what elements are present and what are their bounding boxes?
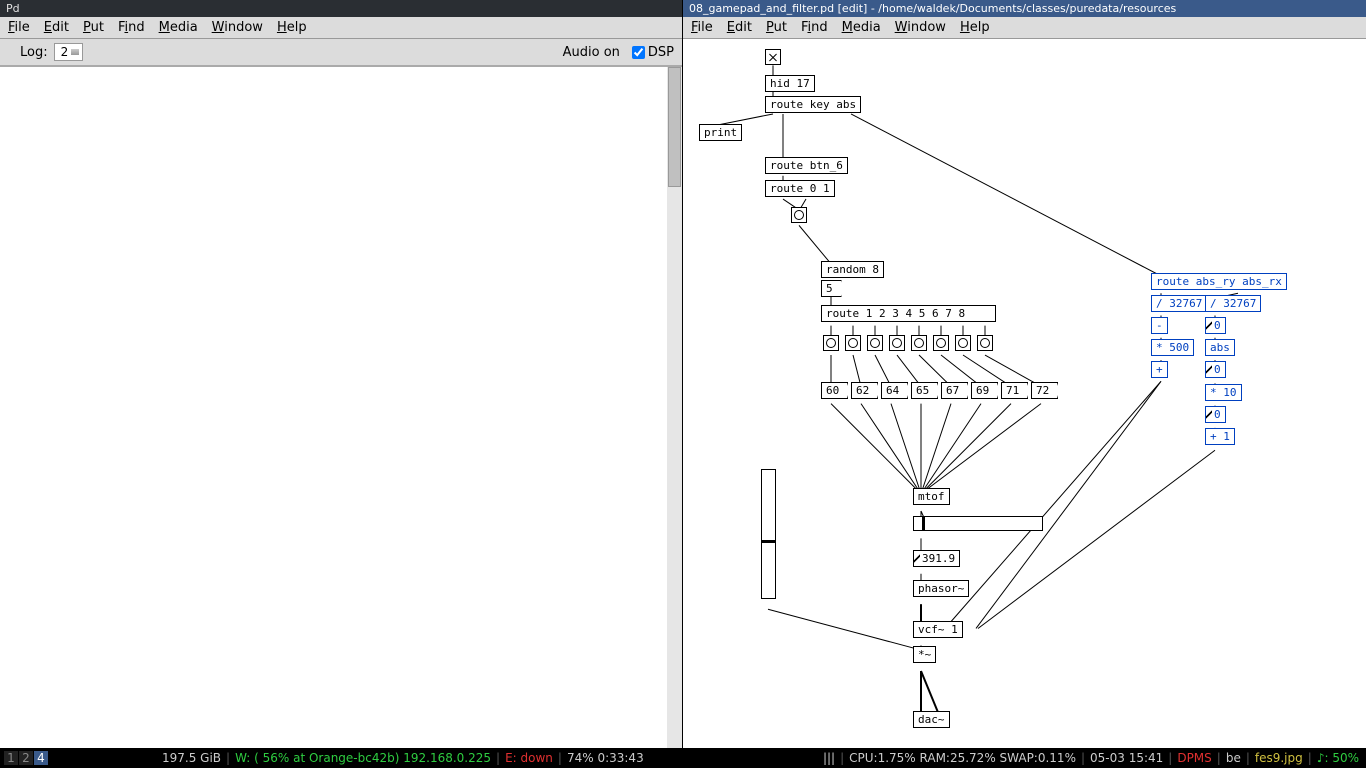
workspace-4[interactable]: 4 — [34, 751, 48, 765]
obj-hid[interactable]: hid 17 — [765, 75, 815, 92]
obj-random-8[interactable]: random 8 — [821, 261, 884, 278]
menu-put[interactable]: Put — [766, 20, 787, 35]
obj-div-32767-r[interactable]: / 32767 — [1205, 295, 1261, 312]
bang-4[interactable] — [889, 335, 905, 351]
obj-vcf[interactable]: vcf~ 1 — [913, 621, 963, 638]
audio-on-label: Audio on — [563, 45, 620, 60]
obj-mul-10[interactable]: * 10 — [1205, 384, 1242, 401]
titlebar-left[interactable]: Pd — [0, 0, 682, 17]
obj-div-32767-l[interactable]: / 32767 — [1151, 295, 1207, 312]
numbox-zero1[interactable]: 0 — [1205, 317, 1226, 334]
pd-main-window: Pd File Edit Put Find Media Window Help … — [0, 0, 683, 748]
bang-5[interactable] — [911, 335, 927, 351]
status-wifi: W: ( 56% at Orange-bc42b) 192.168.0.225 — [232, 751, 494, 765]
status-eth: E: down — [502, 751, 556, 765]
pd-toolbar: Log: 2 Audio on DSP — [0, 39, 682, 66]
workspace-2[interactable]: 2 — [19, 751, 33, 765]
menu-media[interactable]: Media — [159, 20, 198, 35]
menu-help[interactable]: Help — [277, 20, 307, 35]
scrollbar-left[interactable] — [667, 67, 682, 748]
toggle-hid-on[interactable] — [765, 49, 781, 65]
msg-note-72[interactable]: 72 — [1031, 382, 1058, 399]
menu-window[interactable]: Window — [212, 20, 263, 35]
status-wallpaper: fes9.jpg — [1252, 751, 1306, 765]
status-kb-layout: be — [1223, 751, 1244, 765]
menubar-right: File Edit Put Find Media Window Help — [683, 17, 1366, 39]
obj-route-abs-ry-rx[interactable]: route abs_ry abs_rx — [1151, 273, 1287, 290]
menu-put[interactable]: Put — [83, 20, 104, 35]
status-date: 05-03 15:41 — [1087, 751, 1166, 765]
msg-note-65[interactable]: 65 — [911, 382, 938, 399]
pd-console-canvas — [0, 66, 682, 748]
menu-media[interactable]: Media — [842, 20, 881, 35]
status-volume: ♪: 50% — [1314, 751, 1362, 765]
obj-mult-sig[interactable]: *~ — [913, 646, 936, 663]
patch-canvas[interactable]: hid 17 route key abs print route btn_6 r… — [683, 39, 1366, 748]
msg-note-64[interactable]: 64 — [881, 382, 908, 399]
obj-plus-1[interactable]: + 1 — [1205, 428, 1235, 445]
log-label: Log: — [20, 45, 48, 60]
numbox-zero3[interactable]: 0 — [1205, 406, 1226, 423]
status-disk: 197.5 GiB — [159, 751, 224, 765]
status-bars: ||| — [820, 751, 838, 765]
menu-find[interactable]: Find — [118, 20, 145, 35]
status-battery: 74% 0:33:43 — [564, 751, 647, 765]
bang-trigger[interactable] — [791, 207, 807, 223]
numbox-freq[interactable]: 391.9 — [913, 550, 960, 567]
status-dpms: DPMS — [1174, 751, 1214, 765]
menu-file[interactable]: File — [8, 20, 30, 35]
numbox-zero2[interactable]: 0 — [1205, 361, 1226, 378]
obj-route-btn6[interactable]: route btn_6 — [765, 157, 848, 174]
menu-edit[interactable]: Edit — [727, 20, 752, 35]
msg-note-62[interactable]: 62 — [851, 382, 878, 399]
pd-patch-window: 08_gamepad_and_filter.pd [edit] - /home/… — [683, 0, 1366, 748]
msg-note-71[interactable]: 71 — [1001, 382, 1028, 399]
msg-note-69[interactable]: 69 — [971, 382, 998, 399]
obj-mul-500[interactable]: * 500 — [1151, 339, 1194, 356]
i3-statusbar: 1 2 4 197.5 GiB | W: ( 56% at Orange-bc4… — [0, 748, 1366, 768]
bang-7[interactable] — [955, 335, 971, 351]
msg-note-67[interactable]: 67 — [941, 382, 968, 399]
obj-print[interactable]: print — [699, 124, 742, 141]
bang-8[interactable] — [977, 335, 993, 351]
menubar-left: File Edit Put Find Media Window Help — [0, 17, 682, 39]
bang-6[interactable] — [933, 335, 949, 351]
obj-route-0-1[interactable]: route 0 1 — [765, 180, 835, 197]
obj-minus[interactable]: - — [1151, 317, 1168, 334]
obj-mtof[interactable]: mtof — [913, 488, 950, 505]
obj-abs[interactable]: abs — [1205, 339, 1235, 356]
obj-dac[interactable]: dac~ — [913, 711, 950, 728]
log-level-stepper[interactable]: 2 — [54, 43, 84, 61]
workspace-1[interactable]: 1 — [4, 751, 18, 765]
bang-2[interactable] — [845, 335, 861, 351]
bang-3[interactable] — [867, 335, 883, 351]
menu-edit[interactable]: Edit — [44, 20, 69, 35]
dsp-checkbox[interactable]: DSP — [632, 45, 674, 60]
hslider-freq[interactable] — [913, 516, 1043, 531]
menu-help[interactable]: Help — [960, 20, 990, 35]
menu-find[interactable]: Find — [801, 20, 828, 35]
status-cpu-ram: CPU:1.75% RAM:25.72% SWAP:0.11% — [846, 751, 1079, 765]
menu-window[interactable]: Window — [895, 20, 946, 35]
menu-file[interactable]: File — [691, 20, 713, 35]
obj-route-1-8[interactable]: route 1 2 3 4 5 6 7 8 — [821, 305, 996, 322]
vslider-volume[interactable] — [761, 469, 776, 599]
titlebar-right[interactable]: 08_gamepad_and_filter.pd [edit] - /home/… — [683, 0, 1366, 17]
msg-note-60[interactable]: 60 — [821, 382, 848, 399]
obj-phasor[interactable]: phasor~ — [913, 580, 969, 597]
obj-plus-freq[interactable]: + — [1151, 361, 1168, 378]
obj-route-key-abs[interactable]: route key abs — [765, 96, 861, 113]
msg-5[interactable]: 5 — [821, 280, 842, 297]
bang-1[interactable] — [823, 335, 839, 351]
